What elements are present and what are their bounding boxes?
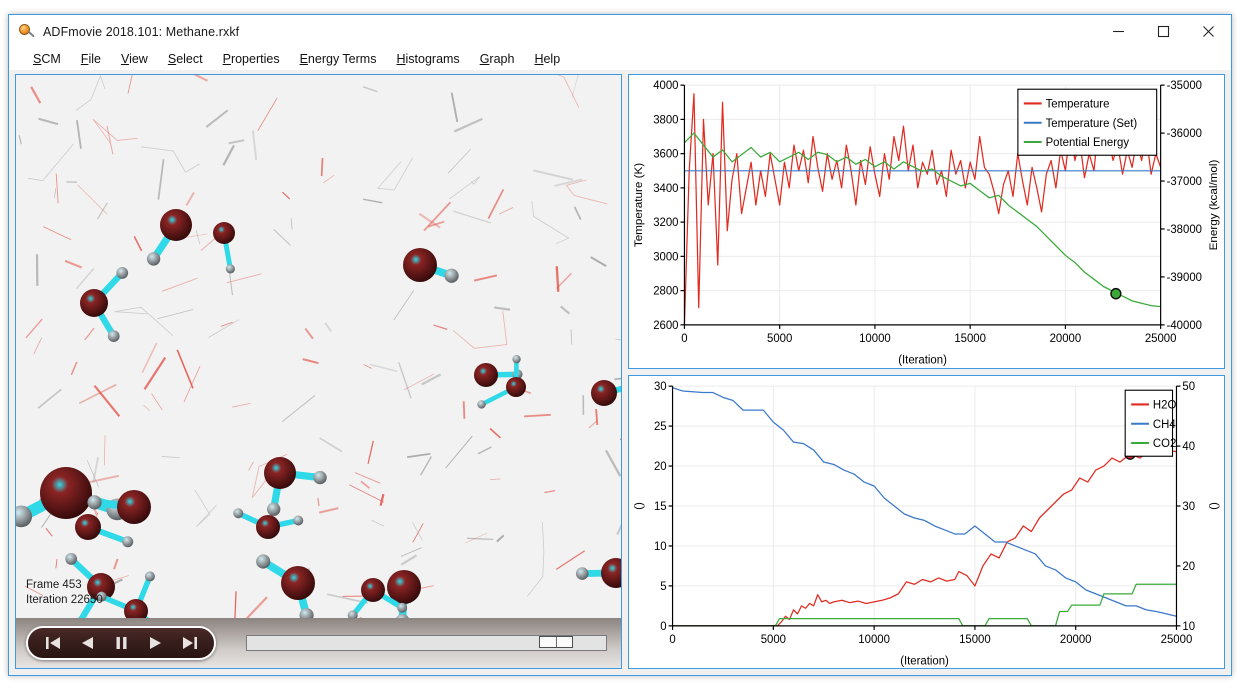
transport-controls bbox=[26, 626, 216, 660]
frame-label: Frame 453 bbox=[26, 579, 82, 591]
svg-text:-39000: -39000 bbox=[1167, 272, 1202, 284]
svg-text:20: 20 bbox=[1182, 560, 1195, 572]
svg-text:10000: 10000 bbox=[859, 333, 891, 345]
svg-text:30: 30 bbox=[1182, 500, 1195, 512]
svg-text:Temperature: Temperature bbox=[1046, 98, 1110, 110]
svg-text:3000: 3000 bbox=[653, 251, 678, 263]
playback-bar bbox=[16, 618, 621, 668]
menu-histograms[interactable]: Histograms bbox=[386, 52, 469, 66]
play-button[interactable] bbox=[142, 632, 168, 654]
svg-text:0: 0 bbox=[660, 620, 666, 632]
svg-text:2600: 2600 bbox=[653, 320, 678, 332]
menu-scm-label: CM bbox=[41, 52, 61, 66]
magnifier-icon bbox=[19, 23, 35, 40]
svg-text:5000: 5000 bbox=[761, 633, 786, 645]
svg-text:30: 30 bbox=[654, 381, 667, 393]
svg-text:-40000: -40000 bbox=[1167, 320, 1202, 332]
svg-text:-37000: -37000 bbox=[1167, 176, 1202, 188]
species-chart-canvas: 0 5 10 15 20 25 30 10 20 30 40 50 0 5000 10000 15000 200… bbox=[633, 381, 1220, 667]
step-back-button[interactable] bbox=[74, 632, 100, 654]
svg-text:Temperature (Set): Temperature (Set) bbox=[1046, 118, 1138, 130]
molecule-viewport[interactable]: Frame 453 Iteration 22650 bbox=[16, 75, 621, 618]
menu-energy-terms[interactable]: Energy Terms bbox=[290, 52, 387, 66]
title-bar: ADFmovie 2018.101: Methane.rxkf bbox=[9, 15, 1231, 48]
svg-text:3200: 3200 bbox=[653, 217, 678, 229]
svg-text:15: 15 bbox=[654, 500, 667, 512]
menu-histograms-label: istograms bbox=[405, 52, 460, 66]
svg-text:5000: 5000 bbox=[767, 333, 792, 345]
svg-text:Energy (kcal/mol): Energy (kcal/mol) bbox=[1208, 159, 1220, 250]
menu-bar: SCM File View Select Properties Energy T… bbox=[9, 48, 1231, 70]
minimize-button[interactable] bbox=[1096, 15, 1141, 48]
menu-view-label: iew bbox=[129, 52, 148, 66]
molecule-scene bbox=[16, 75, 621, 618]
frame-info: Frame 453 Iteration 22650 bbox=[26, 578, 103, 608]
svg-text:-36000: -36000 bbox=[1167, 128, 1202, 140]
main-body: Frame 453 Iteration 22650 2600 2800 3000… bbox=[9, 70, 1231, 675]
close-button[interactable] bbox=[1186, 15, 1231, 48]
svg-text:20000: 20000 bbox=[1050, 333, 1082, 345]
window-controls bbox=[1096, 15, 1231, 48]
svg-text:(): () bbox=[633, 501, 645, 509]
svg-text:-35000: -35000 bbox=[1167, 80, 1202, 92]
svg-text:0: 0 bbox=[669, 633, 675, 645]
iteration-label: Iteration 22650 bbox=[26, 594, 103, 606]
svg-text:Potential Energy: Potential Energy bbox=[1046, 137, 1130, 149]
menu-view[interactable]: View bbox=[111, 52, 158, 66]
svg-text:25000: 25000 bbox=[1161, 633, 1193, 645]
svg-text:10: 10 bbox=[1182, 620, 1195, 632]
svg-text:0: 0 bbox=[681, 333, 687, 345]
frame-slider[interactable] bbox=[246, 635, 607, 651]
svg-text:(Iteration): (Iteration) bbox=[900, 655, 949, 667]
svg-text:CH4: CH4 bbox=[1153, 418, 1176, 430]
molecule-panel: Frame 453 Iteration 22650 bbox=[15, 74, 622, 669]
menu-graph[interactable]: Graph bbox=[470, 52, 525, 66]
menu-properties[interactable]: Properties bbox=[213, 52, 290, 66]
adfmovie-window: ADFmovie 2018.101: Methane.rxkf SCM File… bbox=[8, 14, 1232, 676]
charts-panel: 2600 2800 3000 3200 3400 3600 3800 4000 -40000 -3… bbox=[628, 74, 1225, 669]
menu-energy-terms-label: nergy Terms bbox=[307, 52, 377, 66]
svg-text:5: 5 bbox=[660, 580, 666, 592]
energy-chart[interactable]: 2600 2800 3000 3200 3400 3600 3800 4000 -40000 -3… bbox=[628, 74, 1225, 369]
window-title: ADFmovie 2018.101: Methane.rxkf bbox=[43, 24, 240, 39]
svg-text:H2O: H2O bbox=[1153, 399, 1176, 411]
energy-chart-canvas: 2600 2800 3000 3200 3400 3600 3800 4000 -40000 -3… bbox=[633, 80, 1220, 366]
frame-slider-thumb[interactable] bbox=[538, 636, 573, 648]
svg-text:Temperature (K): Temperature (K) bbox=[633, 163, 645, 247]
svg-text:2800: 2800 bbox=[653, 286, 678, 298]
svg-text:20: 20 bbox=[654, 461, 667, 473]
svg-text:20000: 20000 bbox=[1060, 633, 1092, 645]
svg-text:(Iteration): (Iteration) bbox=[898, 354, 947, 366]
svg-text:3800: 3800 bbox=[653, 114, 678, 126]
svg-text:10: 10 bbox=[654, 540, 667, 552]
svg-text:50: 50 bbox=[1182, 381, 1195, 393]
pause-button[interactable] bbox=[108, 632, 134, 654]
menu-help-label: elp bbox=[543, 52, 561, 66]
svg-text:3400: 3400 bbox=[653, 183, 678, 195]
menu-properties-label: roperties bbox=[230, 52, 280, 66]
menu-select[interactable]: Select bbox=[158, 52, 213, 66]
skip-to-start-button[interactable] bbox=[40, 632, 66, 654]
svg-text:3600: 3600 bbox=[653, 149, 678, 161]
skip-to-end-button[interactable] bbox=[176, 632, 202, 654]
menu-graph-label: raph bbox=[489, 52, 515, 66]
svg-text:15000: 15000 bbox=[954, 333, 986, 345]
menu-select-label: elect bbox=[176, 52, 203, 66]
svg-text:(): () bbox=[1208, 501, 1220, 509]
svg-text:15000: 15000 bbox=[959, 633, 991, 645]
svg-text:10000: 10000 bbox=[858, 633, 890, 645]
menu-scm[interactable]: SCM bbox=[23, 52, 71, 66]
menu-file[interactable]: File bbox=[71, 52, 111, 66]
svg-text:CO2: CO2 bbox=[1153, 437, 1176, 449]
svg-text:25000: 25000 bbox=[1145, 333, 1177, 345]
svg-text:-38000: -38000 bbox=[1167, 224, 1202, 236]
menu-file-label: ile bbox=[88, 52, 101, 66]
menu-help[interactable]: Help bbox=[524, 52, 570, 66]
maximize-button[interactable] bbox=[1141, 15, 1186, 48]
svg-text:4000: 4000 bbox=[653, 80, 678, 92]
svg-text:25: 25 bbox=[654, 421, 667, 433]
species-chart[interactable]: 0 5 10 15 20 25 30 10 20 30 40 50 0 5000 10000 15000 200… bbox=[628, 374, 1225, 669]
svg-text:40: 40 bbox=[1182, 441, 1195, 453]
